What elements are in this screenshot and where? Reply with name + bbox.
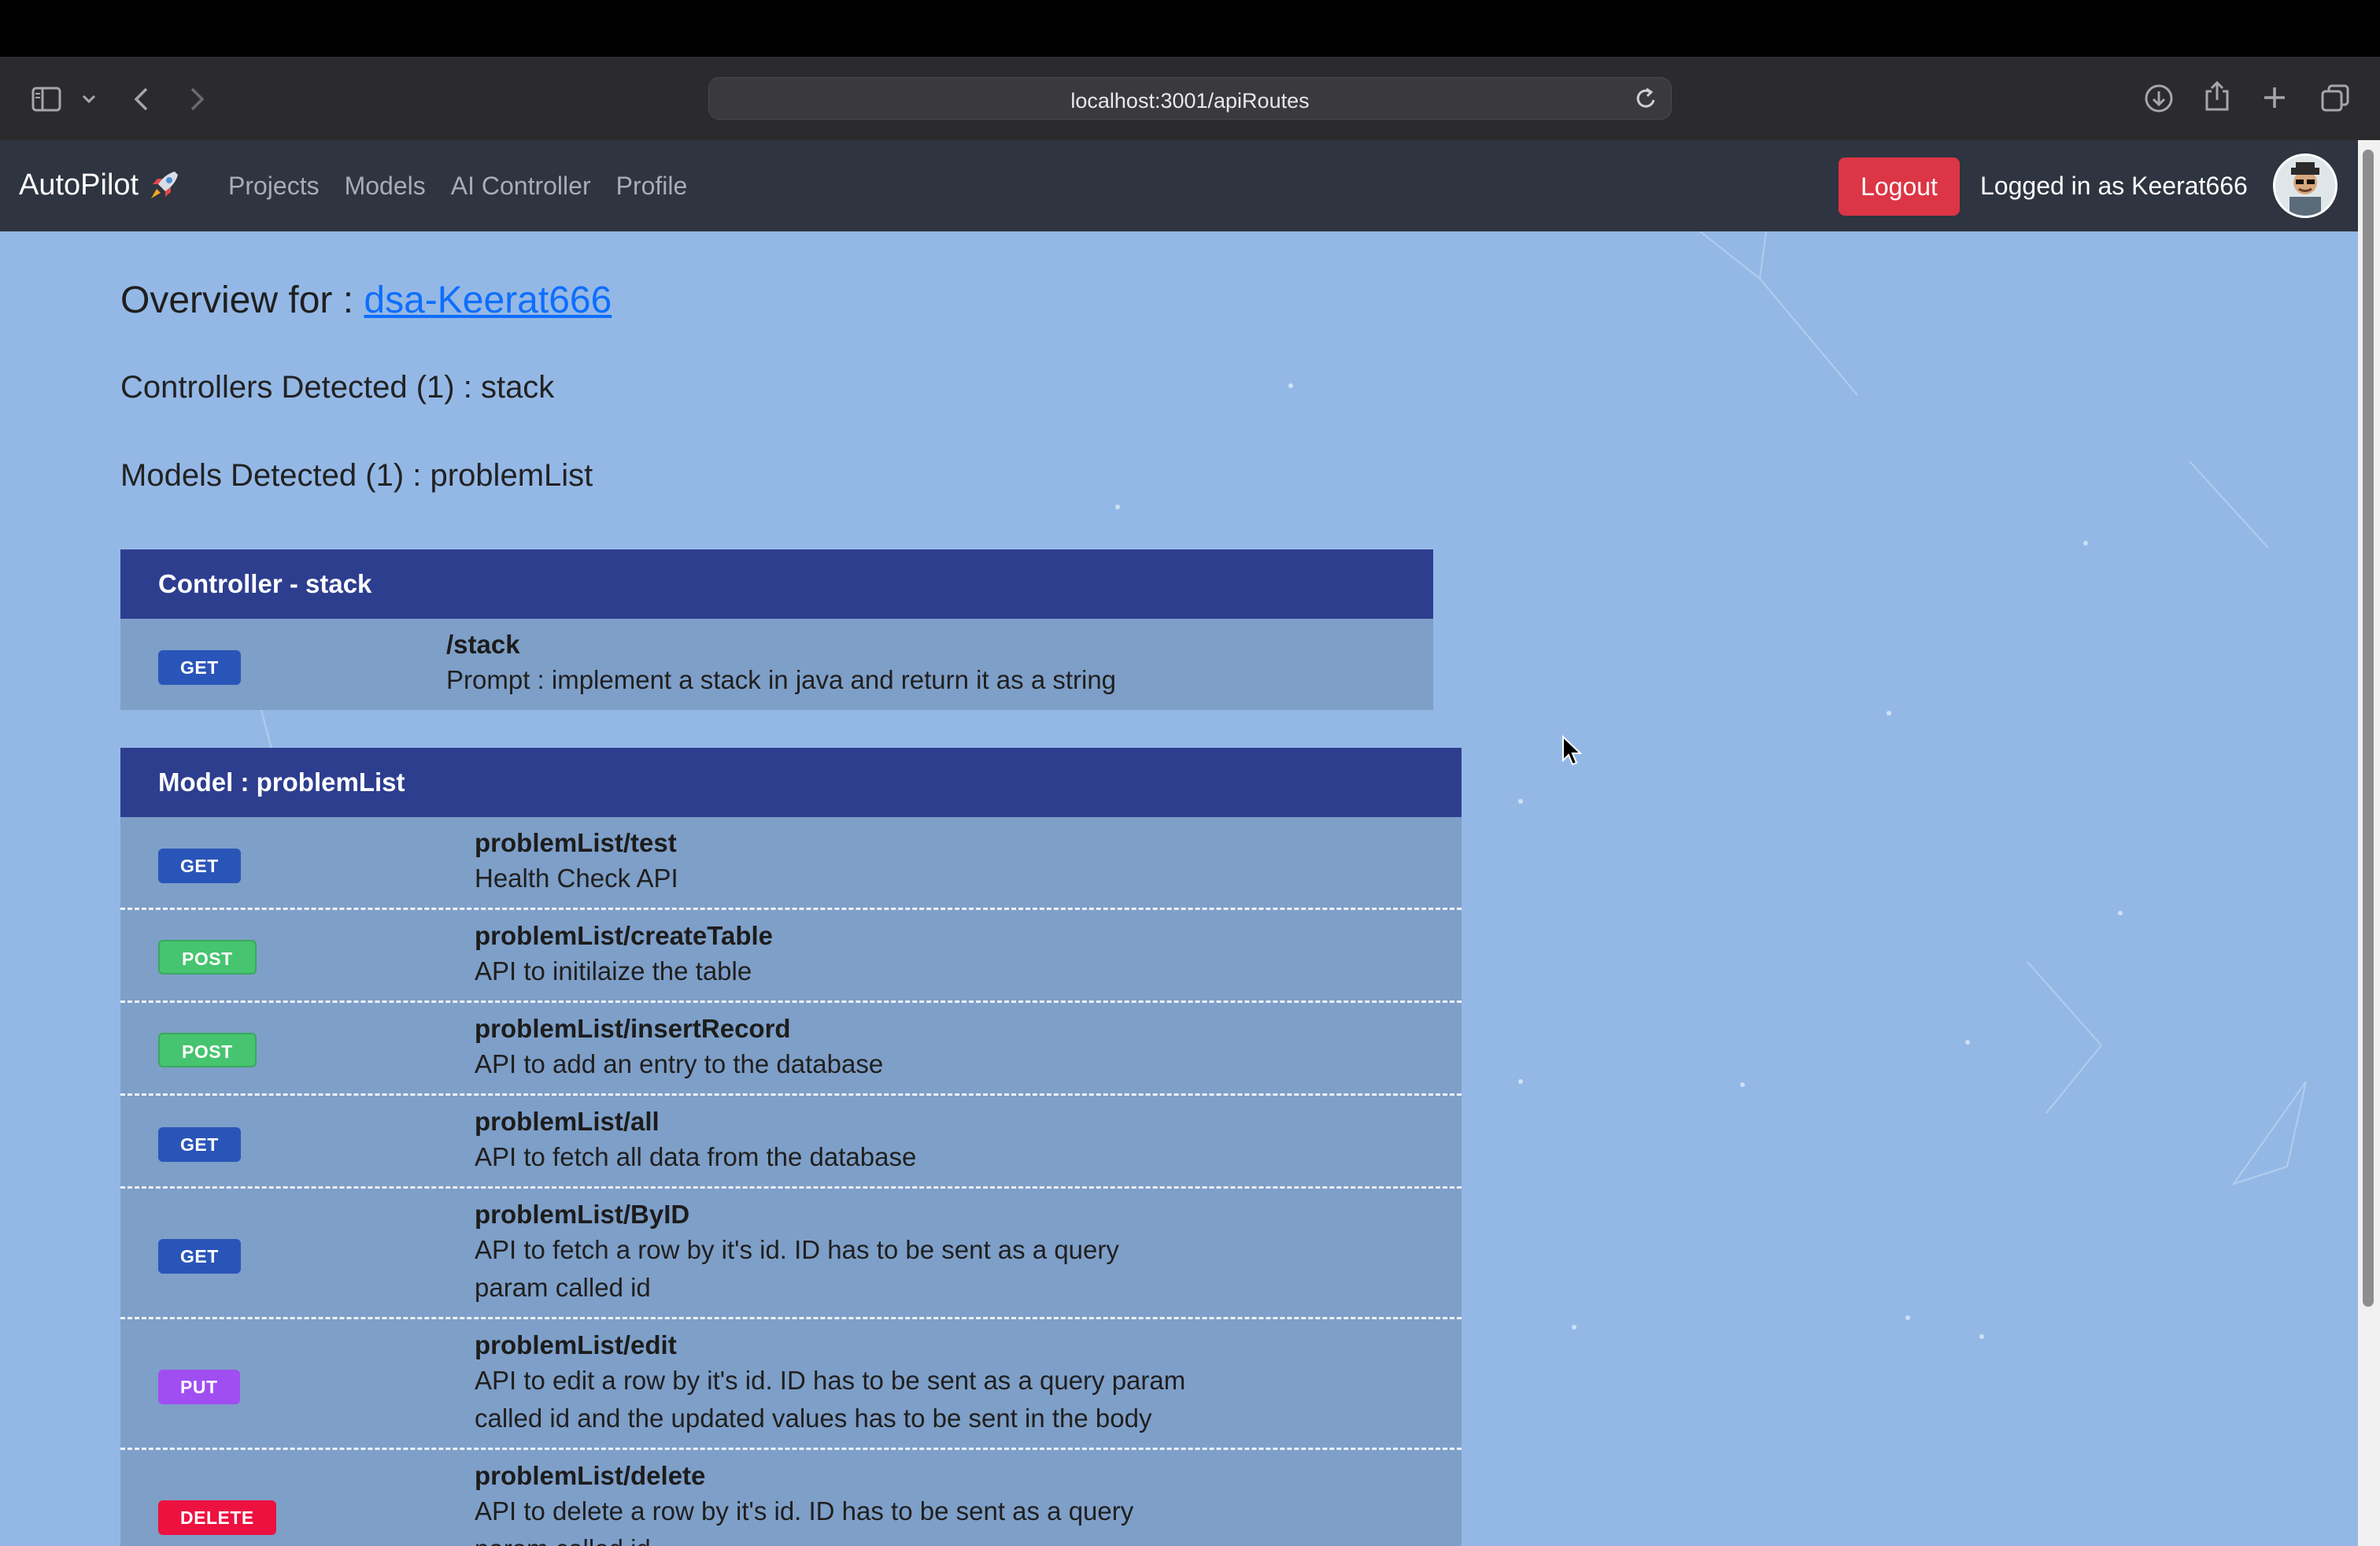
route-path: problemList/insertRecord [475, 1014, 791, 1043]
brand[interactable]: AutoPilot [19, 167, 183, 203]
forward-icon[interactable] [189, 87, 206, 112]
reload-icon[interactable] [1635, 86, 1658, 111]
models-detected: Models Detected (1) : problemList [120, 458, 593, 493]
route-path: problemList/all [475, 1107, 660, 1136]
app-navbar: AutoPilot Projects Models AI Controller … [0, 140, 2358, 231]
model-panel: Model : problemList GET problemList/test… [120, 748, 1462, 1546]
controller-panel: Controller - stack GET /stack Prompt : i… [120, 549, 1433, 710]
route-description: Prompt : implement a stack in java and r… [446, 665, 1117, 694]
model-panel-title: Model : problemList [120, 748, 1462, 817]
method-badge: PUT [158, 1370, 240, 1404]
system-top-bar [0, 0, 2380, 57]
method-badge: GET [158, 849, 241, 883]
method-badge: DELETE [158, 1500, 276, 1535]
method-badge: POST [158, 940, 257, 975]
project-link[interactable]: dsa-Keerat666 [364, 279, 612, 321]
route-path: problemList/delete [475, 1461, 706, 1490]
route-description: API to fetch all data from the database [475, 1142, 917, 1171]
route-description: Health Check API [475, 864, 678, 893]
method-badge: GET [158, 1127, 241, 1162]
route-description: API to fetch a row by it's id. ID has to… [475, 1235, 1119, 1302]
route-row: GET /stack Prompt : implement a stack in… [120, 619, 1433, 710]
nav-link-models[interactable]: Models [345, 172, 426, 201]
route-path: /stack [446, 630, 520, 659]
route-path: problemList/test [475, 828, 677, 857]
route-path: problemList/createTable [475, 921, 774, 950]
overview-prefix: Overview for : [120, 279, 354, 321]
route-row: PUT problemList/edit API to edit a row b… [120, 1319, 1462, 1450]
avatar[interactable] [2273, 153, 2338, 218]
nav-link-projects[interactable]: Projects [228, 172, 320, 201]
nav-links: Projects Models AI Controller Profile [228, 172, 687, 201]
method-badge: POST [158, 1033, 257, 1067]
controllers-detected: Controllers Detected (1) : stack [120, 370, 555, 405]
route-path: problemList/ByID [475, 1200, 690, 1229]
route-description: API to initilaize the table [475, 956, 752, 986]
tabs-overview-icon[interactable] [2320, 83, 2350, 113]
route-row: GET problemList/test Health Check API [120, 817, 1462, 910]
sidebar-icon[interactable] [31, 87, 61, 112]
logout-button[interactable]: Logout [1839, 157, 1960, 216]
user-avatar-icon [2275, 156, 2335, 216]
brand-name: AutoPilot [19, 168, 139, 202]
chevron-down-icon[interactable] [82, 94, 96, 104]
route-row: DELETE problemList/delete API to delete … [120, 1450, 1462, 1546]
rocket-icon [151, 172, 179, 198]
mouse-cursor-icon [1562, 735, 1582, 766]
controller-panel-body: GET /stack Prompt : implement a stack in… [120, 619, 1433, 710]
route-description: API to edit a row by it's id. ID has to … [475, 1366, 1186, 1433]
route-description: API to delete a row by it's id. ID has t… [475, 1496, 1134, 1546]
method-badge: GET [158, 650, 241, 685]
page-title: Overview for : dsa-Keerat666 [120, 279, 612, 322]
route-row: POST problemList/createTable API to init… [120, 910, 1462, 1003]
back-icon[interactable] [132, 87, 150, 112]
route-description: API to add an entry to the database [475, 1049, 884, 1078]
route-row: GET problemList/ByID API to fetch a row … [120, 1189, 1462, 1319]
model-panel-body: GET problemList/test Health Check API PO… [120, 817, 1462, 1546]
nav-link-profile[interactable]: Profile [616, 172, 688, 201]
route-path: problemList/edit [475, 1330, 677, 1359]
route-row: POST problemList/insertRecord API to add… [120, 1003, 1462, 1096]
nav-link-ai-controller[interactable]: AI Controller [451, 172, 591, 201]
page-scrollbar-thumb[interactable] [2363, 150, 2374, 1307]
url-text: localhost:3001/apiRoutes [1070, 89, 1310, 113]
download-icon[interactable] [2144, 83, 2174, 113]
logged-in-text: Logged in as Keerat666 [1980, 172, 2248, 200]
new-tab-icon[interactable] [2262, 85, 2287, 110]
browser-toolbar: localhost:3001/apiRoutes [0, 57, 2380, 140]
route-row: GET problemList/all API to fetch all dat… [120, 1096, 1462, 1189]
method-badge: GET [158, 1239, 241, 1274]
controller-panel-title: Controller - stack [120, 549, 1433, 619]
share-icon[interactable] [2204, 80, 2230, 112]
address-bar[interactable]: localhost:3001/apiRoutes [708, 77, 1672, 120]
page-content: Overview for : dsa-Keerat666 Controllers… [0, 231, 2358, 1546]
